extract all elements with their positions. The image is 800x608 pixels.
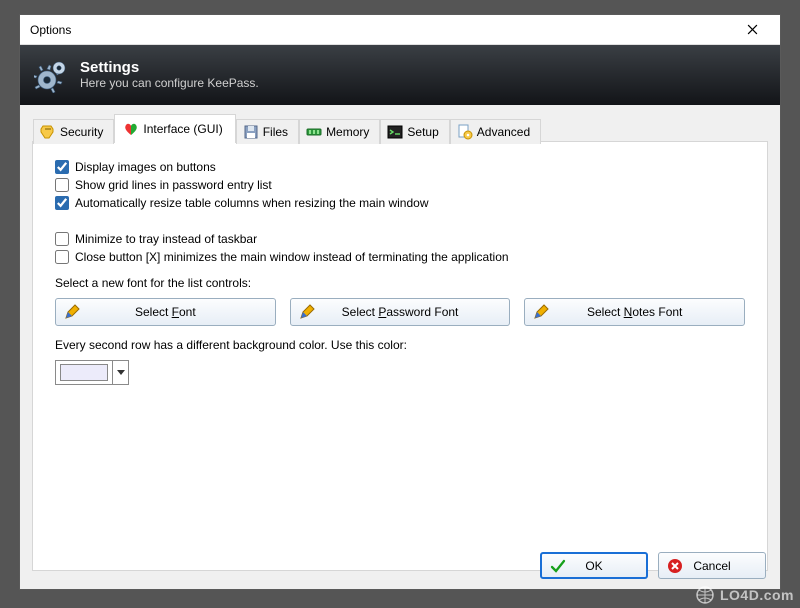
tab-label: Advanced bbox=[477, 125, 530, 139]
checkbox[interactable] bbox=[55, 178, 69, 192]
tab-panel: Security Interface (GUI) Files Memory bbox=[32, 141, 768, 571]
tab-label: Memory bbox=[326, 125, 369, 139]
ok-button[interactable]: OK bbox=[540, 552, 648, 579]
globe-icon bbox=[696, 586, 714, 604]
tab-label: Setup bbox=[407, 125, 438, 139]
check-icon bbox=[550, 558, 566, 574]
select-font-button[interactable]: Select Font bbox=[55, 298, 276, 326]
tab-body: Display images on buttons Show grid line… bbox=[33, 142, 767, 570]
tab-setup[interactable]: Setup bbox=[380, 119, 449, 144]
tab-advanced[interactable]: Advanced bbox=[450, 119, 541, 144]
pen-icon bbox=[299, 304, 315, 320]
shield-icon bbox=[40, 124, 56, 140]
check-close-minimize[interactable]: Close button [X] minimizes the main wind… bbox=[55, 250, 745, 264]
checkbox[interactable] bbox=[55, 196, 69, 210]
pen-icon bbox=[533, 304, 549, 320]
tab-strip: Security Interface (GUI) Files Memory bbox=[33, 116, 541, 143]
banner: Settings Here you can configure KeePass. bbox=[20, 45, 780, 105]
select-password-font-button[interactable]: Select Password Font bbox=[290, 298, 511, 326]
pen-icon bbox=[64, 304, 80, 320]
checkbox[interactable] bbox=[55, 250, 69, 264]
dialog-buttons: OK Cancel bbox=[540, 552, 766, 579]
button-label: Select Password Font bbox=[342, 305, 459, 319]
chevron-down-icon bbox=[117, 370, 125, 375]
check-label: Automatically resize table columns when … bbox=[75, 196, 429, 210]
cancel-button[interactable]: Cancel bbox=[658, 552, 766, 579]
tab-security[interactable]: Security bbox=[33, 119, 114, 144]
cancel-icon bbox=[667, 558, 683, 574]
floppy-icon bbox=[243, 124, 259, 140]
checkbox[interactable] bbox=[55, 160, 69, 174]
button-label: Cancel bbox=[693, 559, 730, 573]
content-area: Security Interface (GUI) Files Memory bbox=[20, 105, 780, 589]
tab-interface[interactable]: Interface (GUI) bbox=[114, 114, 235, 143]
check-label: Minimize to tray instead of taskbar bbox=[75, 232, 257, 246]
color-prompt: Every second row has a different backgro… bbox=[55, 338, 745, 352]
options-dialog: Options Settings Here you can configure … bbox=[19, 14, 781, 590]
check-label: Close button [X] minimizes the main wind… bbox=[75, 250, 509, 264]
button-label: OK bbox=[585, 559, 602, 573]
banner-sub: Here you can configure KeePass. bbox=[80, 76, 259, 90]
banner-heading: Settings bbox=[80, 60, 259, 77]
window-title: Options bbox=[30, 23, 71, 37]
check-grid-lines[interactable]: Show grid lines in password entry list bbox=[55, 178, 745, 192]
tab-memory[interactable]: Memory bbox=[299, 119, 380, 144]
font-prompt: Select a new font for the list controls: bbox=[55, 276, 745, 290]
button-label: Select Notes Font bbox=[587, 305, 682, 319]
watermark-text: LO4D.com bbox=[720, 587, 794, 603]
check-minimize-tray[interactable]: Minimize to tray instead of taskbar bbox=[55, 232, 745, 246]
tab-files[interactable]: Files bbox=[236, 119, 299, 144]
banner-text: Settings Here you can configure KeePass. bbox=[80, 60, 259, 91]
check-label: Display images on buttons bbox=[75, 160, 216, 174]
check-label: Show grid lines in password entry list bbox=[75, 178, 272, 192]
heart-icon bbox=[123, 121, 139, 137]
close-icon bbox=[747, 24, 758, 35]
check-display-images[interactable]: Display images on buttons bbox=[55, 160, 745, 174]
checkbox[interactable] bbox=[55, 232, 69, 246]
select-notes-font-button[interactable]: Select Notes Font bbox=[524, 298, 745, 326]
color-dropdown[interactable] bbox=[112, 361, 128, 384]
tab-label: Security bbox=[60, 125, 103, 139]
close-button[interactable] bbox=[732, 16, 772, 44]
font-button-row: Select Font Select Password Font Select … bbox=[55, 298, 745, 326]
titlebar: Options bbox=[20, 15, 780, 45]
button-label: Select Font bbox=[135, 305, 196, 319]
check-auto-resize[interactable]: Automatically resize table columns when … bbox=[55, 196, 745, 210]
watermark: LO4D.com bbox=[696, 586, 794, 604]
color-picker[interactable] bbox=[55, 360, 129, 385]
color-swatch bbox=[60, 364, 108, 381]
tab-label: Files bbox=[263, 125, 288, 139]
memory-icon bbox=[306, 124, 322, 140]
gear-icon bbox=[34, 57, 70, 93]
document-gear-icon bbox=[457, 124, 473, 140]
tab-label: Interface (GUI) bbox=[143, 122, 222, 136]
terminal-icon bbox=[387, 124, 403, 140]
